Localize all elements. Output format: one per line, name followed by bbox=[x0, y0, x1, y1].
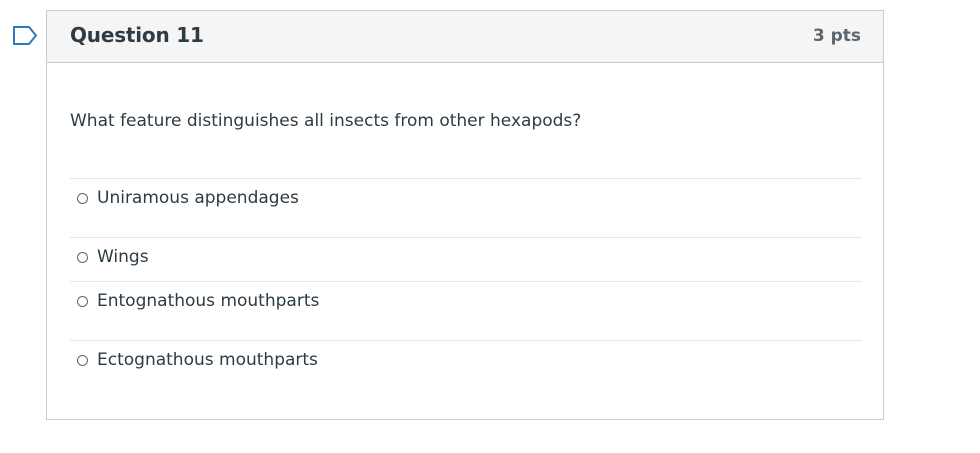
answer-label[interactable]: Uniramous appendages bbox=[97, 188, 299, 208]
answer-label[interactable]: Ectognathous mouthparts bbox=[97, 350, 318, 370]
answer-option-1[interactable]: Uniramous appendages bbox=[70, 178, 862, 237]
radio-unchecked-icon[interactable] bbox=[77, 252, 88, 263]
question-title: Question 11 bbox=[70, 23, 204, 47]
answer-option-4[interactable]: Ectognathous mouthparts bbox=[70, 340, 862, 391]
answer-label[interactable]: Wings bbox=[97, 247, 149, 267]
radio-unchecked-icon[interactable] bbox=[77, 193, 88, 204]
question-card: Question 11 3 pts What feature distingui… bbox=[46, 10, 884, 420]
radio-unchecked-icon[interactable] bbox=[77, 296, 88, 307]
question-points: 3 pts bbox=[812, 26, 861, 46]
question-header: Question 11 3 pts bbox=[47, 11, 883, 63]
flag-question-icon[interactable] bbox=[12, 25, 38, 46]
answer-list: Uniramous appendages Wings Entognathous … bbox=[70, 178, 862, 391]
radio-unchecked-icon[interactable] bbox=[77, 355, 88, 366]
answer-option-3[interactable]: Entognathous mouthparts bbox=[70, 281, 862, 340]
answer-label[interactable]: Entognathous mouthparts bbox=[97, 291, 319, 311]
answer-option-2[interactable]: Wings bbox=[70, 237, 862, 281]
question-text: What feature distinguishes all insects f… bbox=[70, 111, 582, 131]
